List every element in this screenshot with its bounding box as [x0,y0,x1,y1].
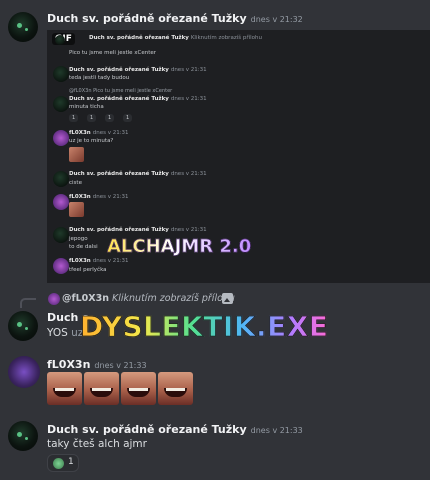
gif-author: Duch sv. pořádně ořezané Tužky dnes v 21:… [69,227,207,233]
gif-reaction: 1 [87,114,97,122]
avatar [53,66,69,82]
message-timestamp: dnes v 21:33 [94,361,147,370]
message-author[interactable]: fL0X3n dnes v 21:33 [47,358,147,371]
gif-text: ciste [69,180,82,186]
gif-image [69,202,84,217]
gif-reaction: 1 [105,114,115,122]
gif-reaction: 1 [123,114,133,122]
avatar [53,258,69,274]
avatar[interactable] [8,421,38,451]
avatar[interactable] [8,356,40,388]
gif-text: to de dalsi [69,244,98,250]
gif-text: tfeel perlyčka [69,267,107,273]
attachment-image[interactable] [158,372,193,405]
attachment-image[interactable] [47,372,82,405]
gif-text: minuta ticha [69,104,104,110]
avatar [53,96,69,112]
gif-text: teda jestli tady budou [69,75,130,81]
gif-author: Duch sv. pořádně ořezané Tužky dnes v 21:… [69,67,207,73]
overlay-caption-small: ALCHAJMR 2.0 [107,236,252,258]
gif-reaction: 1 [69,114,79,122]
overlay-caption-large: DYSLEKTIK.EXE [80,310,329,344]
gif-author: Duch sv. pořádně ořezané Tužky dnes v 21:… [69,96,207,102]
message-timestamp: dnes v 21:32 [250,15,303,24]
avatar [55,35,65,45]
gif-author: fL0X3n dnes v 21:31 [69,194,129,200]
reaction-count: 1 [68,457,74,467]
attachment-image[interactable] [84,372,119,405]
avatar [53,130,69,146]
reply-preview[interactable]: @fL0X3n Kliknutím zobrazíš přílohu [62,293,235,304]
gif-text: jepogo [69,236,88,242]
gif-author: Duch sv. pořádně ořezané Tužky Kliknutím … [89,35,262,41]
message-text: YOS uz [47,327,84,339]
attachment-image[interactable] [121,372,156,405]
gif-image [69,147,84,162]
avatar[interactable] [8,12,38,42]
reply-connector [20,298,36,308]
reply-avatar [48,293,60,305]
message-text: taky čteš alch ajmr [47,438,147,450]
gif-author: Duch sv. pořádně ořezané Tužky dnes v 21:… [69,171,207,177]
avatar [53,227,69,243]
gif-author: fL0X3n dnes v 21:31 [69,258,129,264]
avatar [53,194,69,210]
image-icon [222,293,233,304]
gif-text: Pico tu jsme meli jestle xCenter [69,50,157,56]
reaction-button[interactable]: 1 [47,454,79,472]
gif-text: uz je to minuta? [69,138,114,144]
emoji-icon [53,458,64,469]
message-author[interactable]: Duch sv. pořádně ořezané Tužky dnes v 21:… [47,12,303,25]
message-timestamp: dnes v 21:33 [250,426,303,435]
avatar[interactable] [8,311,38,341]
message-author[interactable]: Duch sv. pořádně ořezané Tužky dnes v 21:… [47,423,303,436]
gif-reply: @fL0X3n Pico tu jsme meli jestle xCenter [69,88,173,94]
gif-author: fL0X3n dnes v 21:31 [69,130,129,136]
avatar [53,171,69,187]
